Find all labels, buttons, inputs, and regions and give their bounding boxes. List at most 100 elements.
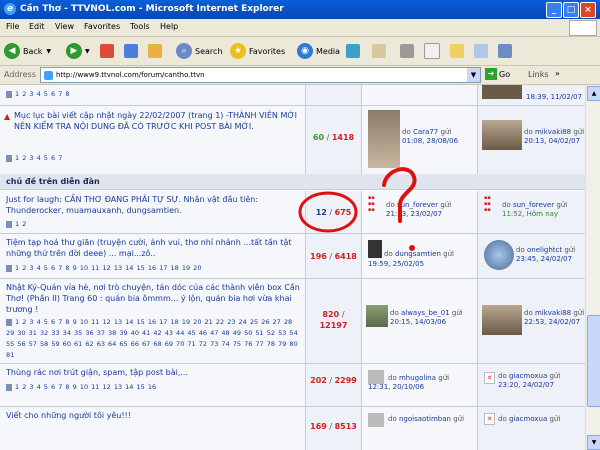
edit-icon — [424, 43, 440, 59]
menu-help[interactable]: Help — [160, 22, 178, 31]
avatar — [482, 85, 522, 99]
thread-title[interactable]: Thùng rác nơi trút giận, spam, tập post … — [6, 367, 301, 378]
reply-count: 820 — [322, 310, 340, 319]
menu-favorites[interactable]: Favorites — [84, 22, 120, 31]
links-label[interactable]: Links — [528, 70, 549, 79]
address-input[interactable]: http://www9.ttvnol.com/forum/cantho.ttvn… — [40, 67, 481, 83]
reply-view-count: 820 /12197 — [319, 310, 348, 330]
thread-title[interactable]: Nhật Ký-Quán vỉa hè, nơi trò chuyện, tán… — [6, 282, 301, 315]
scroll-up-icon[interactable]: ▲ — [587, 86, 600, 101]
page-icon — [44, 70, 53, 80]
refresh-icon — [124, 44, 138, 58]
thread-title[interactable]: Viết cho những người tôi yêu!!! — [6, 410, 301, 421]
messenger-button[interactable] — [498, 41, 512, 61]
table-row: Just for laugh: CẦN THƠ ĐANG PHẢI TỰ SỰ.… — [0, 191, 585, 234]
research-button[interactable] — [474, 41, 488, 61]
last-poster[interactable]: sun_forever — [513, 201, 554, 209]
first-post-time: 12:31, 20/10/06 — [368, 383, 425, 391]
address-url: http://www9.ttvnol.com/forum/cantho.ttvn — [56, 71, 205, 79]
back-arrow-icon: ◀ — [4, 43, 20, 59]
reply-count: 60 — [312, 133, 325, 142]
view-count: 675 — [334, 208, 352, 217]
minimize-button[interactable]: _ — [546, 2, 562, 18]
favorites-button[interactable]: ★ Favorites — [230, 41, 285, 61]
print-button[interactable] — [400, 41, 414, 61]
menu-file[interactable]: File — [6, 22, 19, 31]
avatar — [366, 305, 388, 327]
last-poster[interactable]: mikvaki88 — [535, 128, 571, 136]
window-title: Cần Thơ - TTVNOL.com - Microsoft Interne… — [20, 4, 284, 14]
edit-button[interactable] — [424, 41, 440, 61]
address-bar: Address http://www9.ttvnol.com/forum/can… — [0, 66, 600, 85]
reply-view-count: 196 / 6418 — [310, 252, 357, 261]
first-post-time: 20:15, 14/03/06 — [390, 318, 447, 326]
table-row: 1 2 3 4 5 6 7 8 18:39, 11/02/07 — [0, 85, 585, 106]
close-button[interactable]: × — [580, 2, 596, 18]
last-post-time: 22:53, 24/02/07 — [524, 318, 581, 326]
search-button[interactable]: ⌕ Search — [176, 41, 222, 61]
address-dropdown-icon[interactable]: ▼ — [467, 68, 480, 82]
table-row: Tiệm tạp hoá thư giãn (truyện cười, ảnh … — [0, 234, 585, 279]
last-post-time: 23:45, 24/02/07 — [516, 255, 573, 263]
thread-title[interactable]: Mục lục bài viết cập nhật ngày 22/02/200… — [14, 110, 299, 132]
table-row: Viết cho những người tôi yêu!!! 169 / 85… — [0, 407, 585, 450]
back-label: Back — [23, 46, 43, 56]
pages-icon — [6, 220, 12, 228]
first-poster[interactable]: ngoisaotimban — [399, 415, 451, 423]
menu-edit[interactable]: Edit — [29, 22, 45, 31]
title-bar: e Cần Thơ - TTVNOL.com - Microsoft Inter… — [0, 0, 600, 19]
first-poster[interactable]: dungsamtien — [395, 250, 441, 258]
mail-button[interactable] — [372, 41, 386, 61]
menu-view[interactable]: View — [55, 22, 74, 31]
avatar — [368, 240, 382, 258]
last-poster[interactable]: giacmoxua — [509, 415, 547, 423]
avatar — [484, 240, 514, 270]
page-links[interactable]: 1 2 3 4 5 6 7 8 9 10 11 12 13 14 15 16 1… — [15, 264, 201, 272]
section-header: chủ đề trên diễn đàn — [0, 174, 585, 190]
first-poster[interactable]: sun_forever — [397, 201, 438, 209]
toolbar: ◀ Back ▼ ▶ ▼ ⌕ Search ★ Favorites ◉ Medi… — [0, 37, 600, 66]
first-poster[interactable]: always_be_01 — [401, 309, 450, 317]
broken-image-icon: ✕ — [484, 413, 495, 425]
last-poster[interactable]: onelightct — [527, 246, 562, 254]
last-poster[interactable]: mikvaki88 — [535, 309, 571, 317]
stop-button[interactable] — [100, 41, 114, 61]
last-poster[interactable]: giacmoxua — [509, 372, 547, 380]
print-icon — [400, 44, 414, 58]
page-links[interactable]: 1 2 3 4 5 6 7 8 9 10 11 12 13 14 15 16 1… — [6, 318, 298, 359]
scrollbar-thumb[interactable] — [587, 315, 600, 407]
page-links[interactable]: 1 2 3 4 5 6 7 8 — [15, 90, 70, 98]
page-links[interactable]: 1 2 3 4 5 6 7 8 9 10 11 12 13 14 15 16 — [15, 383, 156, 391]
pages-icon — [6, 264, 12, 272]
thread-title[interactable]: Just for laugh: CẦN THƠ ĐANG PHẢI TỰ SỰ.… — [6, 194, 301, 216]
media-button[interactable]: ◉ Media — [297, 41, 340, 61]
refresh-button[interactable] — [124, 41, 138, 61]
first-poster[interactable]: mhugolina — [399, 374, 436, 382]
maximize-button[interactable]: □ — [563, 2, 579, 18]
history-icon — [346, 44, 360, 58]
page-links[interactable]: 1 2 — [15, 220, 26, 228]
home-button[interactable] — [148, 41, 162, 61]
go-button[interactable]: ➔ Go — [485, 68, 510, 80]
scroll-down-icon[interactable]: ▼ — [587, 435, 600, 450]
thread-title[interactable]: Tiệm tạp hoá thư giãn (truyện cười, ảnh … — [6, 237, 301, 259]
menu-tools[interactable]: Tools — [130, 22, 150, 31]
windows-logo-icon — [569, 20, 597, 36]
vertical-scrollbar[interactable]: ▲ ▼ — [585, 85, 600, 450]
last-post-time: 18:39, 11/02/07 — [526, 93, 583, 101]
last-post-time: 11:52, Hôm nay — [502, 210, 559, 218]
avatar — [482, 305, 522, 335]
search-icon: ⌕ — [176, 43, 192, 59]
discuss-button[interactable] — [450, 41, 464, 61]
ie-logo-icon: e — [4, 3, 16, 15]
forward-arrow-icon: ▶ — [66, 43, 82, 59]
page-links[interactable]: 1 2 3 4 5 6 7 — [15, 154, 62, 162]
links-chevron-icon[interactable]: » — [555, 69, 560, 78]
stop-icon — [100, 44, 114, 58]
history-button[interactable] — [346, 41, 360, 61]
forward-button[interactable]: ▶ ▼ — [66, 41, 90, 61]
view-count: 12197 — [319, 321, 348, 330]
back-button[interactable]: ◀ Back ▼ — [4, 41, 51, 61]
first-poster[interactable]: Cara77 — [413, 128, 438, 136]
messenger-icon — [498, 44, 512, 58]
